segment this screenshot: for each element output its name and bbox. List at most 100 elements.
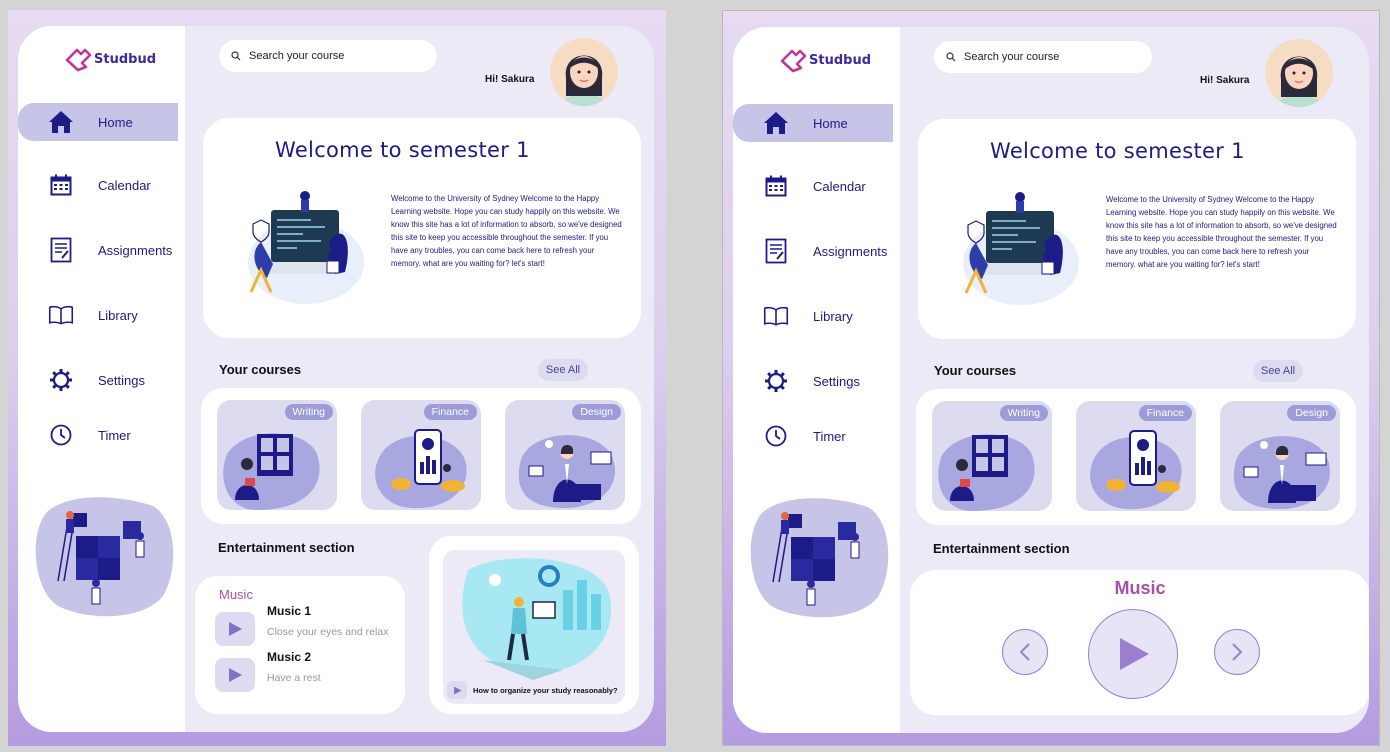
welcome-card: Welcome to semester 1 Welcome to the Uni… — [918, 119, 1356, 339]
sidebar-item-settings[interactable]: Settings — [18, 361, 178, 399]
sidebar-item-label: Library — [813, 308, 853, 324]
play-button[interactable] — [215, 658, 255, 692]
sidebar-item-label: Timer — [813, 428, 846, 444]
search-placeholder: Search your course — [964, 51, 1060, 63]
assignment-icon — [763, 238, 789, 264]
design-illustration — [518, 435, 616, 509]
course-card-design[interactable]: Design — [505, 400, 625, 510]
frame-dashboard-list: Studbud Home Calendar Assignments Librar… — [8, 10, 666, 746]
greeting: Hi! Sakura — [485, 74, 535, 85]
sidebar-item-label: Assignments — [813, 243, 888, 259]
welcome-illustration — [248, 191, 364, 304]
finance-illustration — [375, 429, 467, 509]
avatar[interactable] — [1265, 39, 1333, 107]
sidebar-item-assignments[interactable]: Assignments — [18, 231, 178, 269]
previous-button[interactable] — [1002, 629, 1048, 675]
main-content: Search your course Hi! Sakura Welcome to… — [185, 26, 654, 732]
welcome-title: Welcome to semester 1 — [275, 138, 530, 162]
brand-name: Studbud — [809, 52, 872, 68]
entertainment-heading: Entertainment section — [933, 541, 1070, 556]
sidebar-item-label: Home — [813, 115, 848, 131]
courses-heading: Your courses — [219, 362, 302, 377]
logo[interactable]: Studbud — [779, 47, 871, 73]
course-card-finance[interactable]: Finance — [1076, 401, 1196, 511]
greeting: Hi! Sakura — [1200, 75, 1250, 86]
search-input[interactable]: Search your course — [219, 40, 437, 72]
logo-icon — [780, 49, 807, 73]
course-tag: Design — [572, 404, 621, 420]
welcome-card: Welcome to semester 1 Welcome to the Uni… — [203, 118, 641, 338]
search-input[interactable]: Search your course — [934, 41, 1152, 73]
sidebar-item-label: Timer — [98, 427, 131, 443]
video-card[interactable]: How to organize your study reasonably? — [429, 536, 639, 714]
sidebar-item-timer[interactable]: Timer — [733, 417, 893, 455]
play-icon — [229, 622, 242, 636]
app-window: Studbud Home Calendar Assignments Librar… — [18, 26, 654, 732]
play-button[interactable] — [215, 612, 255, 646]
search-placeholder: Search your course — [249, 50, 345, 62]
welcome-text: Welcome to the University of Sydney Welc… — [391, 194, 622, 268]
play-button[interactable] — [1088, 609, 1178, 699]
music-label: Music — [219, 587, 253, 602]
player-title: Music — [1114, 578, 1166, 598]
course-card-design[interactable]: Design — [1220, 401, 1340, 511]
gear-icon — [48, 367, 74, 393]
course-card-finance[interactable]: Finance — [361, 400, 481, 510]
search-icon — [946, 52, 956, 62]
play-icon — [229, 668, 242, 682]
main-content: Search your course Hi! Sakura Welcome to… — [900, 27, 1369, 733]
design-illustration — [1233, 436, 1331, 510]
music-list-card: Music Music 1 Close your eyes and relax … — [195, 576, 405, 714]
track-item[interactable]: Music 1 Close your eyes and relax — [215, 604, 395, 652]
clock-icon — [763, 423, 789, 449]
see-all-button[interactable]: See All — [538, 359, 588, 381]
video-play-button[interactable] — [447, 681, 467, 699]
sidebar-item-calendar[interactable]: Calendar — [733, 167, 893, 205]
calendar-icon — [48, 172, 74, 198]
avatar[interactable] — [550, 38, 618, 106]
welcome-text: Welcome to the University of Sydney Welc… — [1106, 195, 1337, 269]
home-icon — [763, 110, 789, 136]
sidebar-item-label: Calendar — [813, 178, 866, 194]
sidebar-item-assignments[interactable]: Assignments — [733, 232, 893, 270]
sidebar-item-home[interactable]: Home — [18, 103, 178, 141]
course-tag: Finance — [1138, 405, 1192, 421]
search-icon — [231, 51, 241, 61]
sidebar-item-label: Home — [98, 114, 133, 130]
track-name: Music 2 — [267, 650, 312, 664]
clock-icon — [48, 422, 74, 448]
sidebar-item-label: Library — [98, 307, 138, 323]
see-all-button[interactable]: See All — [1253, 360, 1303, 382]
sidebar-item-library[interactable]: Library — [18, 296, 178, 334]
video-thumbnail[interactable]: How to organize your study reasonably? — [443, 550, 625, 704]
track-subtitle: Have a rest — [267, 672, 321, 684]
calendar-icon — [763, 173, 789, 199]
frame-dashboard-player: Studbud Home Calendar Assignments Librar… — [722, 10, 1380, 746]
sidebar-item-home[interactable]: Home — [733, 104, 893, 142]
puzzle-illustration — [35, 497, 174, 617]
sidebar-item-label: Calendar — [98, 177, 151, 193]
course-tag: Writing — [284, 404, 333, 420]
course-card-writing[interactable]: Writing — [932, 401, 1052, 511]
music-player-card: Music — [910, 570, 1369, 715]
sidebar-item-label: Assignments — [98, 242, 173, 258]
sidebar-item-calendar[interactable]: Calendar — [18, 166, 178, 204]
book-icon — [48, 302, 74, 328]
next-button[interactable] — [1214, 629, 1260, 675]
courses-panel: Writing Finance Design — [916, 389, 1356, 525]
app-window: Studbud Home Calendar Assignments Librar… — [733, 27, 1369, 733]
sidebar-item-settings[interactable]: Settings — [733, 362, 893, 400]
sidebar-item-timer[interactable]: Timer — [18, 416, 178, 454]
sidebar-item-library[interactable]: Library — [733, 297, 893, 335]
track-item[interactable]: Music 2 Have a rest — [215, 650, 395, 698]
logo[interactable]: Studbud — [64, 46, 156, 72]
welcome-illustration — [963, 192, 1079, 305]
course-tag: Writing — [999, 405, 1048, 421]
finance-illustration — [1090, 430, 1182, 510]
chevron-left-icon — [1019, 643, 1030, 661]
course-tag: Finance — [423, 404, 477, 420]
writing-illustration — [223, 433, 320, 510]
chevron-right-icon — [1232, 643, 1243, 661]
logo-icon — [65, 48, 92, 72]
course-card-writing[interactable]: Writing — [217, 400, 337, 510]
